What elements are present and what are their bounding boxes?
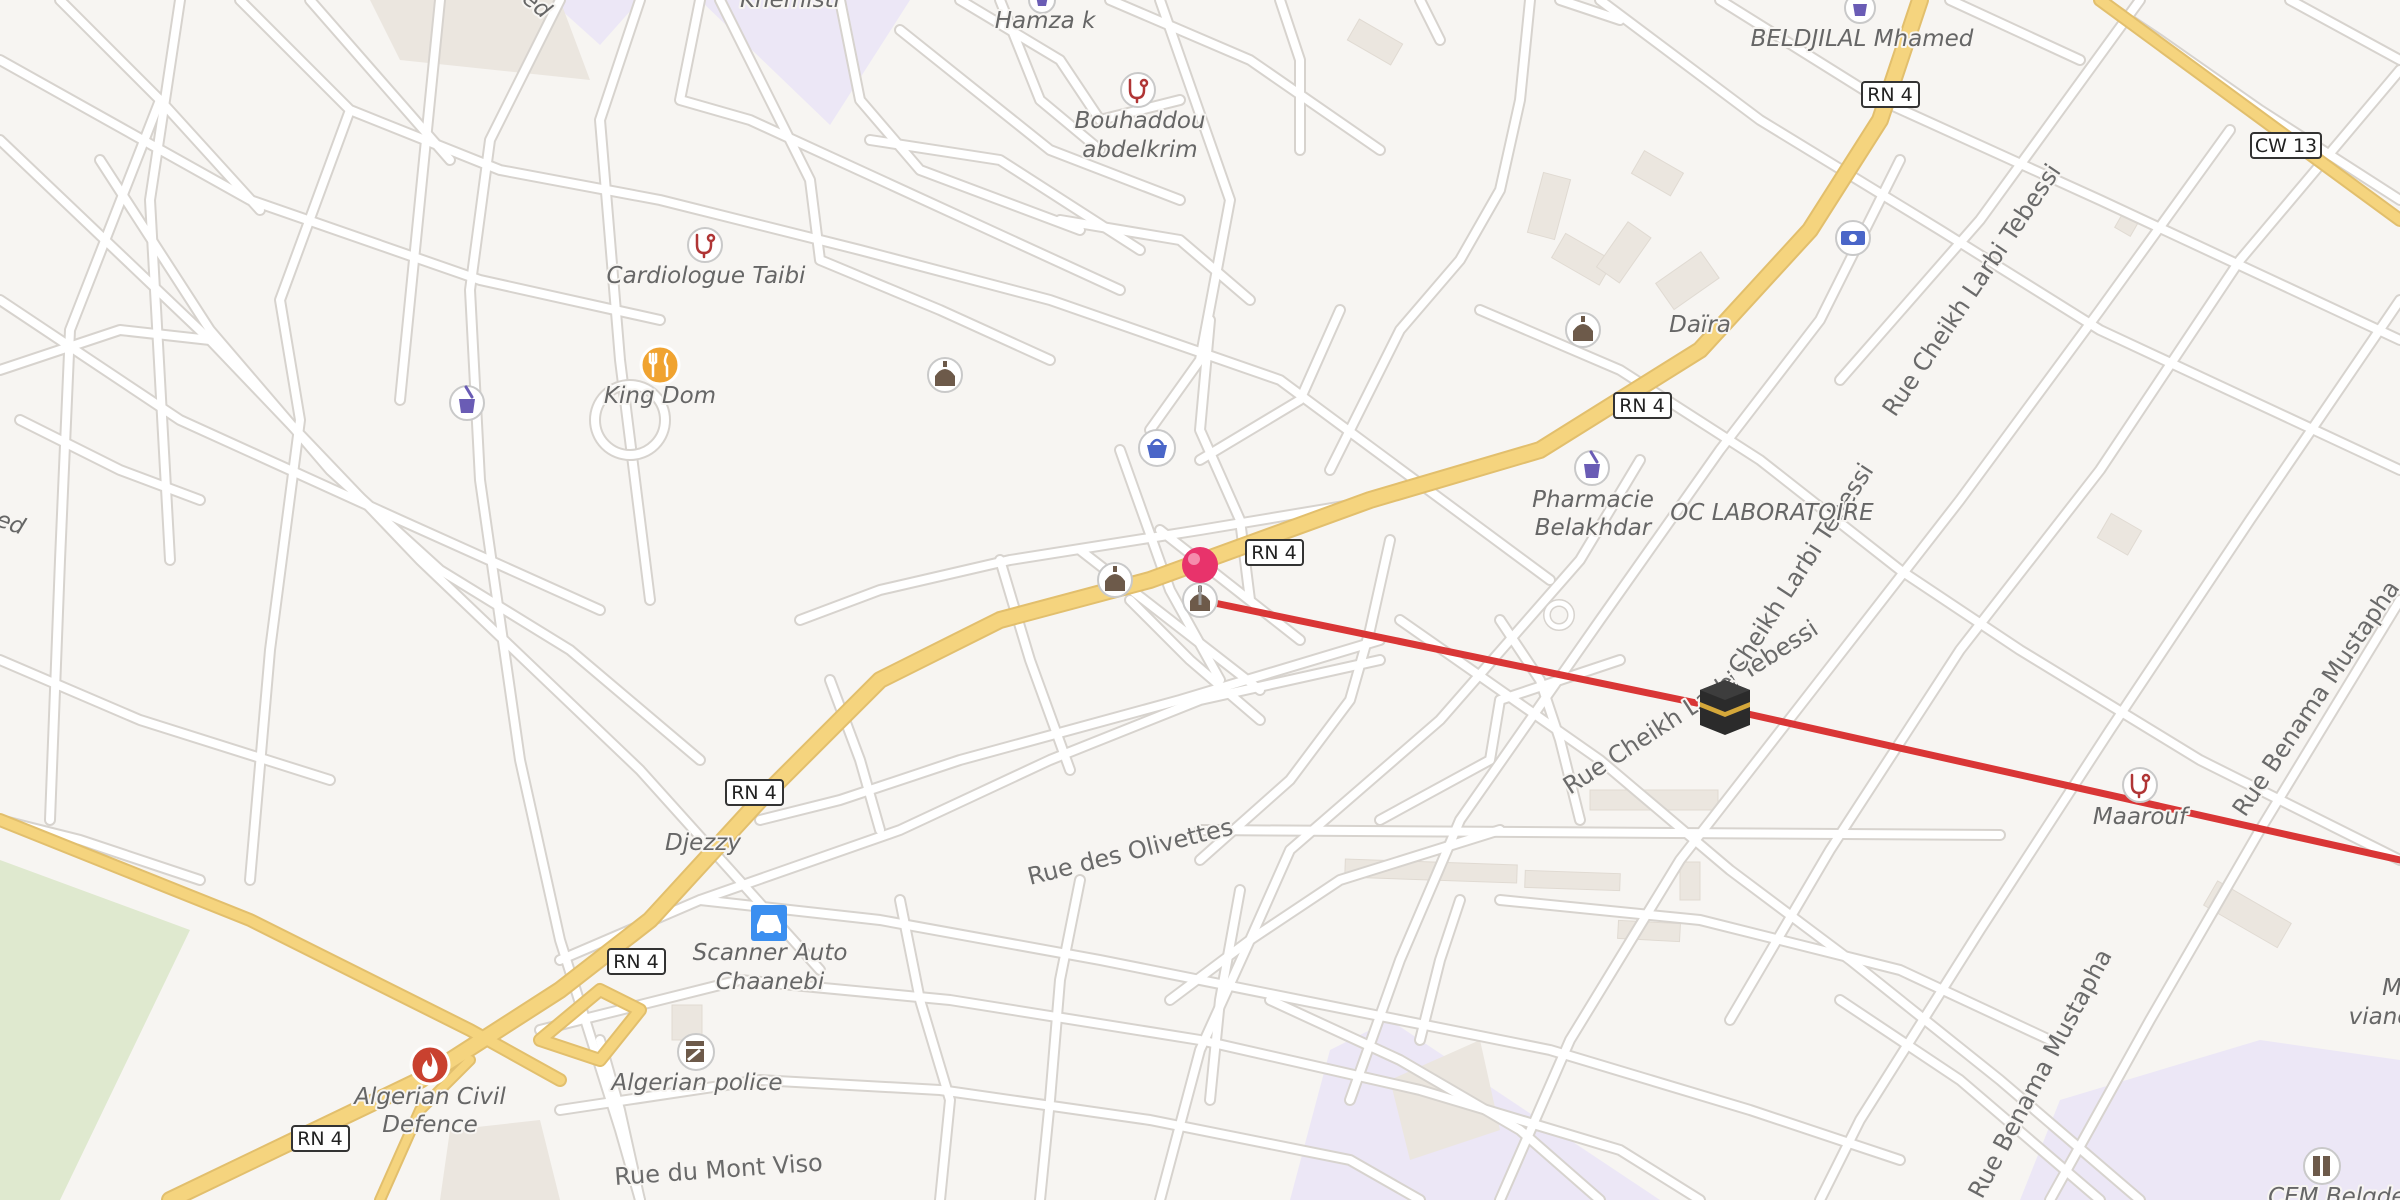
building (1679, 861, 1701, 901)
poi-pharmacie-belakhdar[interactable] (1574, 450, 1610, 486)
place-label-civil-defence-line2: Defence (382, 1112, 477, 1138)
place-label-oc-laboratoire: OC LABORATOIRE (1670, 500, 1874, 526)
road-shield-rn4: RN 4 (1613, 392, 1672, 419)
pin-highlight (1188, 553, 1200, 565)
poi-mosque-daira[interactable] (1565, 312, 1601, 348)
place-label-djezzy: Djezzy (665, 830, 741, 856)
place-label-bouhaddou-line2: abdelkrim (1082, 137, 1197, 163)
poi-pharmacy-beldjilal[interactable] (1844, 0, 1876, 24)
poi-ring (639, 344, 681, 386)
building (1524, 869, 1621, 892)
map-canvas[interactable]: Rue des Olivettes Rue du Mont Viso Rue C… (0, 0, 2400, 1200)
road-shield-label: RN 4 (1867, 84, 1913, 106)
poi-ring (2303, 1147, 2341, 1185)
road-shield-label: RN 4 (613, 951, 659, 973)
kaaba-icon (1700, 680, 1750, 735)
place-label-beldjilal: BELDJILAL Mhamed (1751, 26, 1974, 52)
road-shield-cw13: CW 13 (2250, 132, 2322, 159)
place-label-hamza: Hamza k (995, 8, 1097, 34)
poi-civil-defence[interactable] (409, 1044, 451, 1086)
place-label-civil-defence-line1: Algerian Civil (352, 1084, 506, 1110)
road-shield-rn4: RN 4 (1861, 81, 1920, 108)
place-label-algerian-police: Algerian police (610, 1070, 783, 1096)
poi-bank[interactable] (1835, 220, 1871, 256)
bank-note-icon (1841, 231, 1865, 245)
pharmacy-icon (1853, 4, 1867, 16)
road-shield-label: RN 4 (731, 782, 777, 804)
place-label-maarouf: Maarouf (2093, 804, 2190, 830)
road-shield-rn4: RN 4 (725, 779, 784, 806)
road-shield-rn4: RN 4 (291, 1125, 350, 1152)
place-label-daira: Daïra (1669, 312, 1731, 338)
poi-algerian-police[interactable] (677, 1033, 715, 1071)
place-label-khemisti: Khemisti (740, 0, 841, 13)
map-pin-icon (1182, 547, 1218, 583)
poi-scanner-auto[interactable] (751, 905, 787, 941)
police-icon (686, 1041, 704, 1062)
poi-cardiologue-taibi[interactable] (687, 227, 723, 263)
road-shield-rn4: RN 4 (1245, 539, 1304, 566)
place-label-m-vian-line2: viano (2349, 1004, 2400, 1030)
poi-mosque-2[interactable] (1097, 562, 1133, 598)
place-label-pharmacie-line2: Belakhdar (1535, 515, 1653, 541)
road-shield-label: CW 13 (2255, 135, 2317, 157)
place-label-pharmacie-line1: Pharmacie (1532, 487, 1654, 513)
place-label-cem: CEM Belqdem (2268, 1184, 2400, 1200)
road-shield-label: RN 4 (1251, 542, 1297, 564)
place-label-scanner-line2: Chaanebi (716, 969, 825, 995)
poi-cem-belqdem[interactable] (2303, 1147, 2341, 1185)
road-shield-label: RN 4 (297, 1128, 343, 1150)
poi-qibla-kaaba[interactable] (1700, 680, 1750, 735)
place-label-m-vian-line1: M (2382, 975, 2400, 1001)
poi-king-dom[interactable] (639, 344, 681, 386)
place-label-scanner-line1: Scanner Auto (693, 940, 848, 966)
road-shield-label: RN 4 (1619, 395, 1665, 417)
poi-pharmacy-west[interactable] (449, 385, 485, 421)
poi-shop[interactable] (1138, 429, 1176, 467)
poi-maarouf[interactable] (2122, 767, 2158, 803)
road-shield-rn4: RN 4 (607, 948, 666, 975)
place-label-cardiologue: Cardiologue Taibi (607, 263, 806, 289)
poi-bouhaddou[interactable] (1120, 72, 1156, 108)
place-label-king-dom: King Dom (604, 383, 716, 409)
poi-mosque-1[interactable] (927, 357, 963, 393)
place-label-bouhaddou-line1: Bouhaddou (1075, 108, 1206, 134)
